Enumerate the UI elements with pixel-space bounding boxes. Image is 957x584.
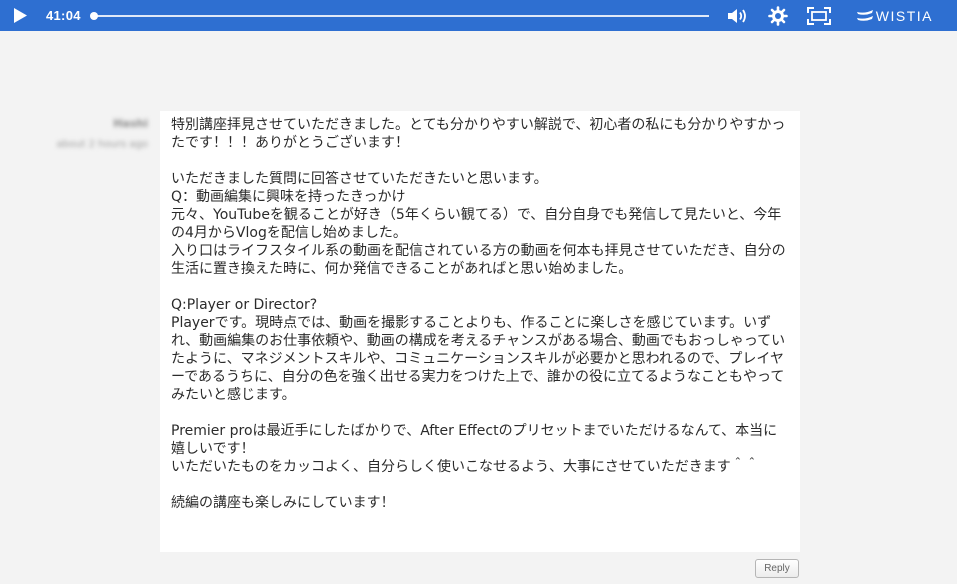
wistia-logo[interactable]: WISTIA — [856, 7, 933, 24]
comment-paragraph: Q：動画編集に興味を持ったきっかけ — [171, 189, 406, 205]
comment-paragraph: 入り口はライフスタイル系の動画を配信されている方の動画を何本も拝見させていただき… — [171, 243, 786, 277]
fullscreen-icon[interactable] — [806, 0, 831, 31]
comment-paragraph: Premier proは最近手にしたばかりで、After Effectのプリセッ… — [171, 423, 778, 457]
current-time: 41:04 — [46, 8, 81, 23]
comment-paragraph: いただきました質問に回答させていただきたいと思います。 — [171, 171, 548, 187]
video-player-controls: 41:04 WISTIA — [0, 0, 957, 31]
comment-paragraph: いただいたものをカッコよく、自分らしく使いこなせるよう、大事にさせていただきます… — [171, 459, 759, 475]
volume-icon[interactable] — [725, 0, 751, 31]
comment-card: 特別講座拝見させていただきました。とても分かりやすい解説で、初心者の私にも分かり… — [160, 111, 800, 552]
comment-paragraph — [171, 278, 789, 296]
progress-handle[interactable] — [89, 11, 98, 20]
play-icon[interactable] — [12, 8, 28, 24]
progress-track[interactable] — [89, 11, 709, 20]
comment-paragraph: 続編の講座も楽しみにしています！ — [171, 495, 395, 511]
comment-paragraph: Playerです。現時点では、動画を撮影することよりも、作ることに楽しさを感じて… — [171, 315, 786, 403]
gear-icon[interactable] — [767, 0, 789, 31]
reply-button[interactable]: Reply — [755, 559, 799, 578]
comment-author: Hashi — [113, 117, 148, 130]
comment-timestamp: about 2 hours ago — [56, 139, 148, 150]
comment-paragraph: 特別講座拝見させていただきました。とても分かりやすい解説で、初心者の私にも分かり… — [171, 117, 786, 151]
comment-paragraph: 元々、YouTubeを観ることが好き（5年くらい観てる）で、自分自身でも発信して… — [171, 207, 782, 241]
comment-paragraph — [171, 152, 789, 170]
brand-name: WISTIA — [875, 7, 933, 24]
comment-paragraph: Q:Player or Director? — [171, 297, 318, 313]
comment-paragraph — [171, 404, 789, 422]
comment-body: 特別講座拝見させていただきました。とても分かりやすい解説で、初心者の私にも分かり… — [171, 116, 789, 512]
comment-paragraph — [171, 476, 789, 494]
